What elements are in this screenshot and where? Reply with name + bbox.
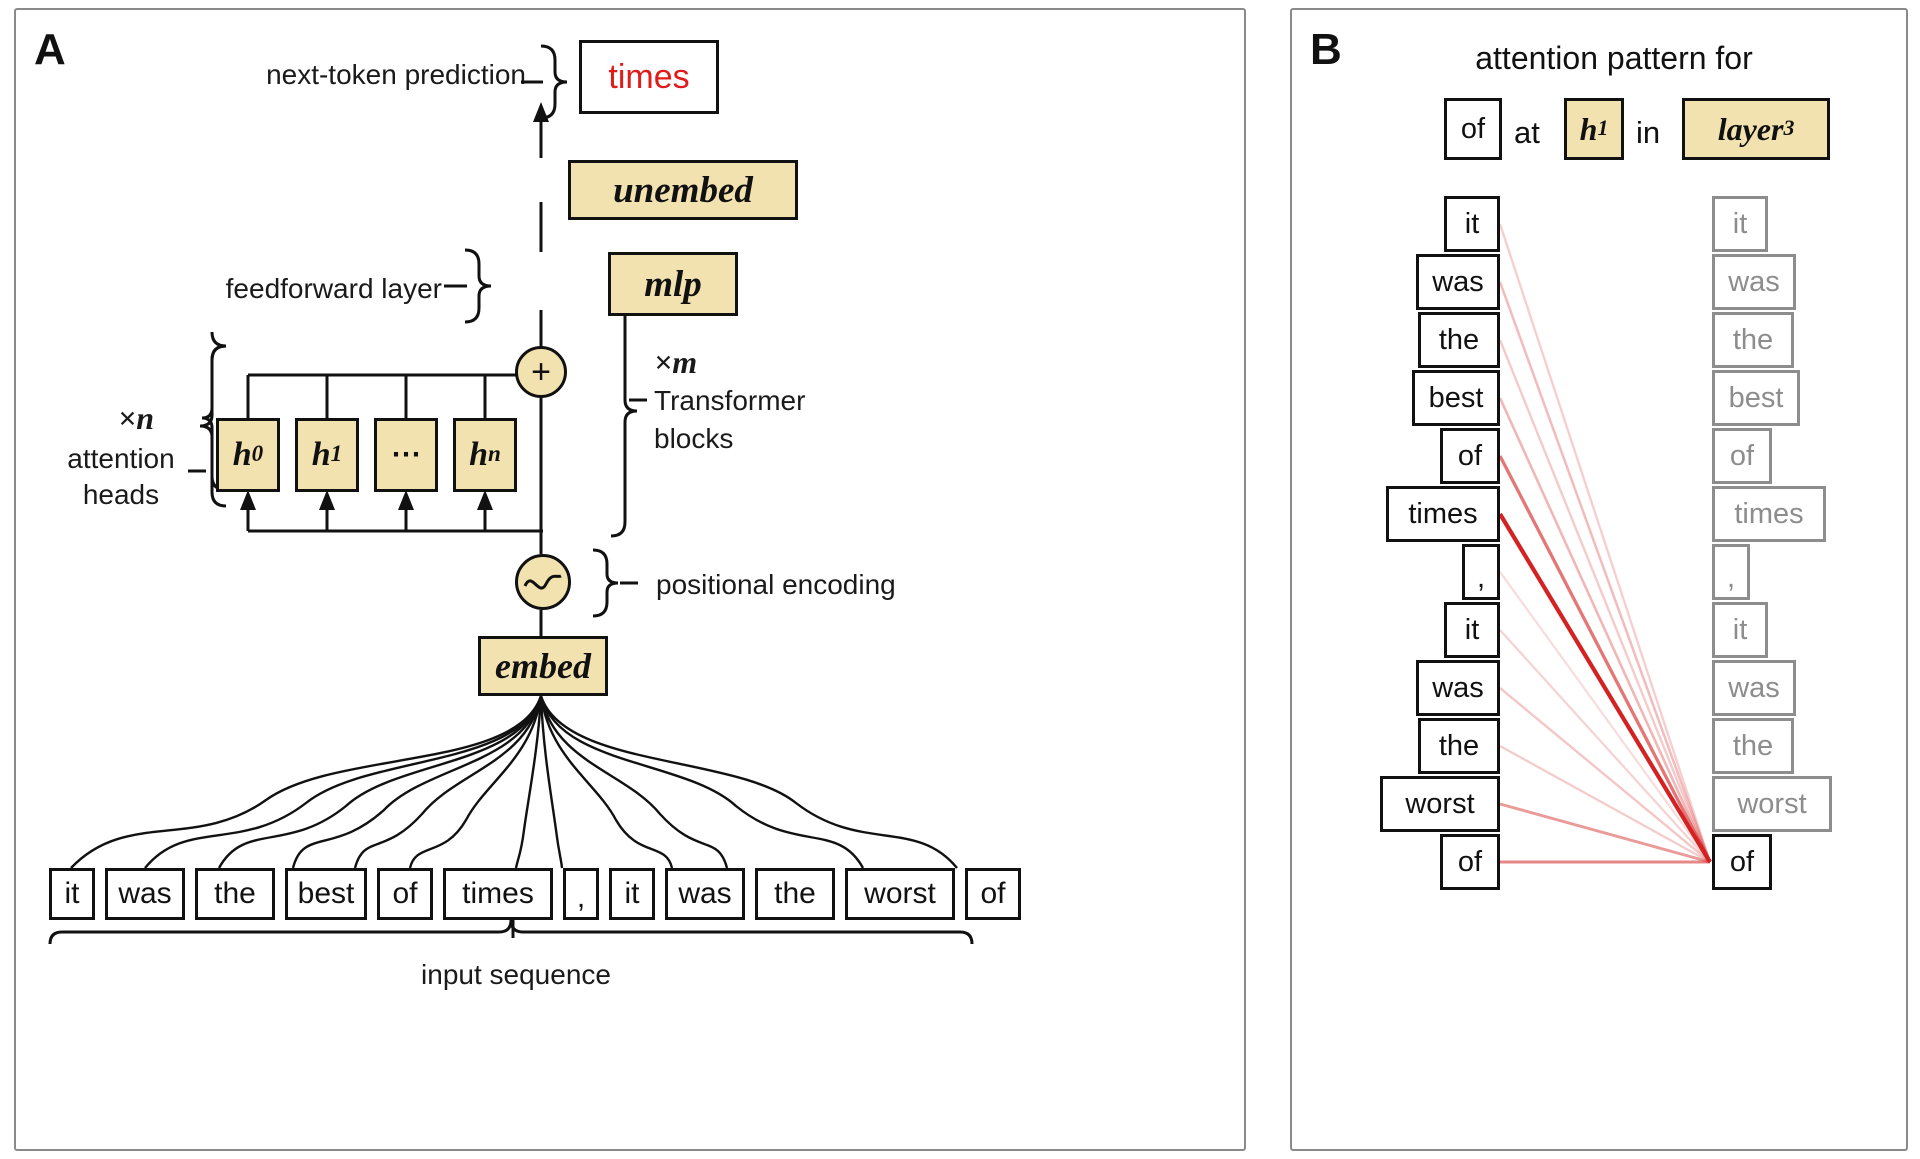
target-token-1: was (1712, 254, 1796, 310)
source-token-1: was (1416, 254, 1500, 310)
input-token-1: was (105, 868, 185, 920)
mlp-block: mlp (608, 252, 738, 316)
embed-token-fanout (70, 695, 958, 869)
attention-head-0-sub: 0 (251, 441, 264, 468)
feedforward-layer-label: feedforward layer (225, 273, 442, 304)
attention-head-0: h0 (216, 418, 280, 492)
input-token-3: best (285, 868, 367, 920)
attention-head-1: h1 (295, 418, 359, 492)
attention-line-6 (1499, 571, 1711, 863)
source-token-11: of (1440, 834, 1500, 890)
attention-line-0 (1498, 223, 1712, 863)
source-token-2: the (1418, 312, 1500, 368)
transformer-blocks-label-line2: blocks (654, 423, 734, 454)
attention-line-4 (1498, 455, 1712, 863)
residual-add-circle: + (515, 346, 567, 398)
input-token-10: worst (845, 868, 955, 920)
arrowhead-head-0 (240, 490, 256, 510)
input-token-4: of (377, 868, 433, 920)
arrowhead-head-n (477, 490, 493, 510)
attention-heads-label-line1: attention (67, 443, 175, 474)
sine-wave-icon (523, 574, 562, 590)
target-token-4: of (1712, 428, 1772, 484)
source-token-4: of (1440, 428, 1500, 484)
attention-line-3 (1498, 397, 1712, 863)
figure-root: A next-token prediction times unembed fe… (0, 0, 1920, 1159)
attention-head-ellipsis-glyph: ⋯ (391, 438, 421, 471)
transformer-blocks-label-line1: Transformer (654, 385, 806, 416)
input-sequence-label: input sequence (421, 959, 611, 990)
attention-lines-layer (1498, 223, 1712, 864)
attention-head-1-base: h (311, 436, 331, 473)
attention-line-5 (1498, 512, 1712, 864)
source-token-8: was (1416, 660, 1500, 716)
positional-encoding-circle (515, 554, 571, 610)
positional-encoding-label: positional encoding (656, 569, 896, 600)
source-token-3: best (1412, 370, 1500, 426)
attention-head-ellipsis: ⋯ (374, 418, 438, 492)
brace-input-sequence (48, 919, 974, 945)
target-token-10: worst (1712, 776, 1832, 832)
arrowhead-head-1 (319, 490, 335, 510)
target-token-2: the (1712, 312, 1794, 368)
target-token-6: , (1712, 544, 1750, 600)
input-token-5: times (443, 868, 553, 920)
source-token-7: it (1444, 602, 1500, 658)
embed-block: embed (478, 636, 608, 696)
target-token-7: it (1712, 602, 1768, 658)
brace-positional-encoding (592, 548, 619, 618)
unembed-block: unembed (568, 160, 798, 220)
input-token-6: , (563, 868, 599, 920)
input-token-7: it (609, 868, 655, 920)
brace-transformer-blocks (610, 284, 638, 538)
transformer-blocks-multiplier: ×m (654, 344, 698, 380)
attention-head-0-base: h (232, 436, 252, 473)
target-token-11: of (1712, 834, 1772, 890)
source-token-6: , (1462, 544, 1500, 600)
target-token-9: the (1712, 718, 1794, 774)
attention-line-2 (1498, 339, 1712, 863)
panel-a: A next-token prediction times unembed fe… (14, 8, 1246, 1151)
source-token-0: it (1444, 196, 1500, 252)
source-token-5: times (1386, 486, 1500, 542)
attention-head-n-sub: n (488, 441, 501, 468)
brace-feedforward (464, 248, 492, 324)
target-token-5: times (1712, 486, 1826, 542)
attention-head-n-base: h (469, 436, 489, 473)
attention-heads-label-line2: heads (82, 479, 160, 510)
input-token-9: the (755, 868, 835, 920)
target-token-8: was (1712, 660, 1796, 716)
attention-line-7 (1499, 629, 1711, 863)
source-token-10: worst (1380, 776, 1500, 832)
attention-heads-multiplier: ×n (117, 400, 155, 436)
attention-head-1-sub: 1 (330, 441, 343, 468)
attention-head-n: hn (453, 418, 517, 492)
arrowhead-unembed (533, 102, 549, 122)
target-token-3: best (1712, 370, 1800, 426)
input-token-2: the (195, 868, 275, 920)
input-token-11: of (965, 868, 1021, 920)
source-token-9: the (1418, 718, 1500, 774)
brace-next-token (540, 44, 568, 120)
arrowhead-head-dots (398, 490, 414, 510)
next-token-prediction-box: times (579, 40, 719, 114)
panel-b: B attention pattern for of at h1 in laye… (1290, 8, 1908, 1151)
target-token-0: it (1712, 196, 1768, 252)
input-token-8: was (665, 868, 745, 920)
input-token-0: it (49, 868, 95, 920)
